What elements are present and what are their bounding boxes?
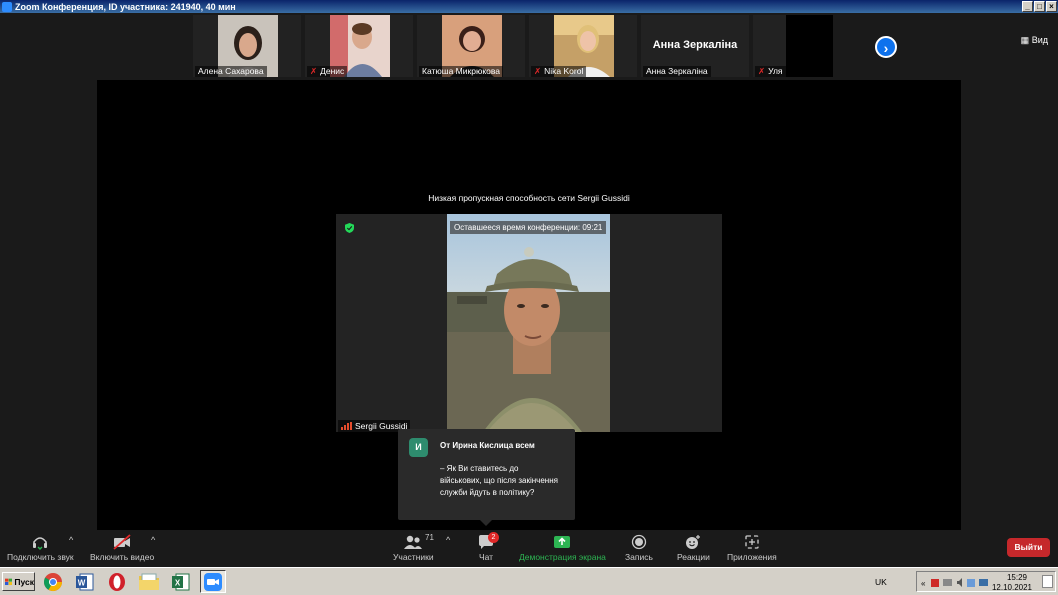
participant-thumb-5[interactable]: Анна Зеркаліна Анна Зеркаліна <box>641 15 749 77</box>
participant-thumb-6[interactable]: ✗ Уля <box>753 15 833 77</box>
participant-display-name: Анна Зеркаліна <box>652 39 738 51</box>
participants-icon <box>404 535 423 549</box>
remaining-time-banner: Оставшееся время конференции: 09:21 <box>450 221 607 234</box>
system-tray: UK « 15:29 12.10.2021 <box>875 571 1056 592</box>
speaker-video: Оставшееся время конференции: 09:21 <box>447 214 610 432</box>
popup-pointer <box>480 520 492 526</box>
view-label: Вид <box>1031 35 1048 45</box>
taskbar-word[interactable]: W <box>72 570 98 593</box>
join-audio-button[interactable]: Подключить звук <box>7 534 74 562</box>
title-bar: Zoom Конференция, ID участника: 241940, … <box>0 0 1058 13</box>
record-icon <box>631 534 647 550</box>
start-label: Пуск <box>14 576 34 587</box>
record-label: Запись <box>625 552 653 562</box>
language-indicator[interactable]: UK <box>875 577 887 587</box>
participant-name: ✗ Денис <box>307 66 348 77</box>
reactions-label: Реакции <box>677 552 710 562</box>
grid-view-icon: ▦ <box>1020 35 1030 45</box>
participant-name: Алена Сахарова <box>195 66 267 77</box>
svg-text:W: W <box>78 578 86 587</box>
chat-unread-badge: 2 <box>488 532 499 543</box>
taskbar-chrome[interactable] <box>40 570 66 593</box>
taskbar-explorer[interactable] <box>136 570 162 593</box>
encryption-shield-icon <box>345 223 354 233</box>
show-desktop-icon[interactable] <box>1042 575 1053 588</box>
participant-video-off <box>786 15 833 77</box>
view-button[interactable]: ▦ Вид <box>1021 35 1048 46</box>
chat-notification[interactable]: И От Ирина Кислица всем – Як Ви ставитес… <box>398 429 575 526</box>
reactions-button[interactable]: Реакции <box>677 534 710 562</box>
folder-icon <box>139 573 159 590</box>
next-page-button[interactable]: › <box>875 36 897 58</box>
zoom-icon <box>204 572 222 591</box>
window-title: Zoom Конференция, ID участника: 241940, … <box>15 1 236 12</box>
speaker-video-frame <box>447 247 610 432</box>
video-options-caret[interactable]: ^ <box>151 535 155 545</box>
svg-text:«: « <box>921 579 926 588</box>
low-bandwidth-signal-icon <box>341 422 352 430</box>
taskbar-excel[interactable]: X <box>168 570 194 593</box>
chat-sender: От Ирина Кислица всем <box>440 441 535 450</box>
emoji-icon <box>686 535 701 549</box>
opera-icon <box>109 572 125 591</box>
participant-thumb-4[interactable]: ✗ Nika Korol <box>529 15 637 77</box>
zoom-window: Zoom Конференция, ID участника: 241940, … <box>0 0 1058 595</box>
chat-button[interactable]: 2 Чат <box>478 532 499 562</box>
participant-name: ✗ Nika Korol <box>531 66 587 77</box>
windows-taskbar: Пуск W X UK « 15:29 12.10.2021 <box>0 567 1058 595</box>
window-controls: _ □ × <box>1022 1 1057 12</box>
participant-strip: Алена Сахарова ✗Денис Катюша Микрюкова <box>0 13 1058 80</box>
apps-icon <box>745 535 759 549</box>
participant-name: Анна Зеркаліна <box>643 66 711 77</box>
leave-meeting-button[interactable]: Выйти <box>1007 538 1050 557</box>
svg-text:X: X <box>175 578 181 587</box>
tray-icons[interactable]: « <box>921 577 991 588</box>
participant-name: ✗ Уля <box>755 66 786 77</box>
mic-muted-icon: ✗ <box>758 66 766 76</box>
share-label: Демонстрация экрана <box>519 552 606 562</box>
audio-label: Подключить звук <box>7 552 74 562</box>
participant-thumb-3[interactable]: Катюша Микрюкова <box>417 15 525 77</box>
participants-count: 71 <box>425 533 434 542</box>
headphones-icon <box>33 537 48 550</box>
start-button[interactable]: Пуск <box>2 572 35 591</box>
video-label: Включить видео <box>90 552 155 562</box>
clock-time[interactable]: 15:29 <box>997 573 1037 582</box>
mic-muted-icon: ✗ <box>534 66 542 76</box>
start-video-button[interactable]: Включить видео <box>90 534 154 562</box>
chat-message: – Як Ви ставитесь до військових, що післ… <box>440 464 558 497</box>
apps-label: Приложения <box>727 552 777 562</box>
apps-button[interactable]: Приложения <box>727 534 777 562</box>
bandwidth-warning: Низкая пропускная способность сети Sergi… <box>428 193 630 203</box>
participant-name: Катюша Микрюкова <box>419 66 504 77</box>
clock-date: 12.10.2021 <box>991 583 1033 592</box>
close-button[interactable]: × <box>1046 1 1057 12</box>
taskbar-opera[interactable] <box>104 570 130 593</box>
excel-icon: X <box>172 573 190 590</box>
audio-options-caret[interactable]: ^ <box>69 535 73 545</box>
share-screen-button[interactable]: Демонстрация экрана <box>519 534 606 562</box>
meeting-toolbar: Подключить звук ^ Включить видео ^ Участ… <box>0 530 1058 567</box>
chat-label: Чат <box>478 552 494 562</box>
share-screen-icon <box>554 536 571 548</box>
windows-logo-icon <box>5 578 13 585</box>
participants-label: Участники <box>393 552 434 562</box>
sender-avatar: И <box>409 438 428 457</box>
video-off-icon <box>113 534 131 550</box>
taskbar-zoom[interactable] <box>200 570 226 593</box>
participant-thumb-1[interactable]: Алена Сахарова <box>193 15 301 77</box>
minimize-button[interactable]: _ <box>1022 1 1033 12</box>
active-speaker-tile[interactable]: Оставшееся время конференции: 09:21 Serg… <box>336 214 722 432</box>
record-button[interactable]: Запись <box>625 534 653 562</box>
word-icon: W <box>76 573 94 590</box>
participants-options-caret[interactable]: ^ <box>446 535 450 545</box>
maximize-button[interactable]: □ <box>1034 1 1045 12</box>
zoom-app-icon <box>2 1 12 12</box>
mic-muted-icon: ✗ <box>310 66 318 76</box>
chrome-icon <box>43 572 62 591</box>
participant-thumb-2[interactable]: ✗ Денис <box>305 15 413 77</box>
